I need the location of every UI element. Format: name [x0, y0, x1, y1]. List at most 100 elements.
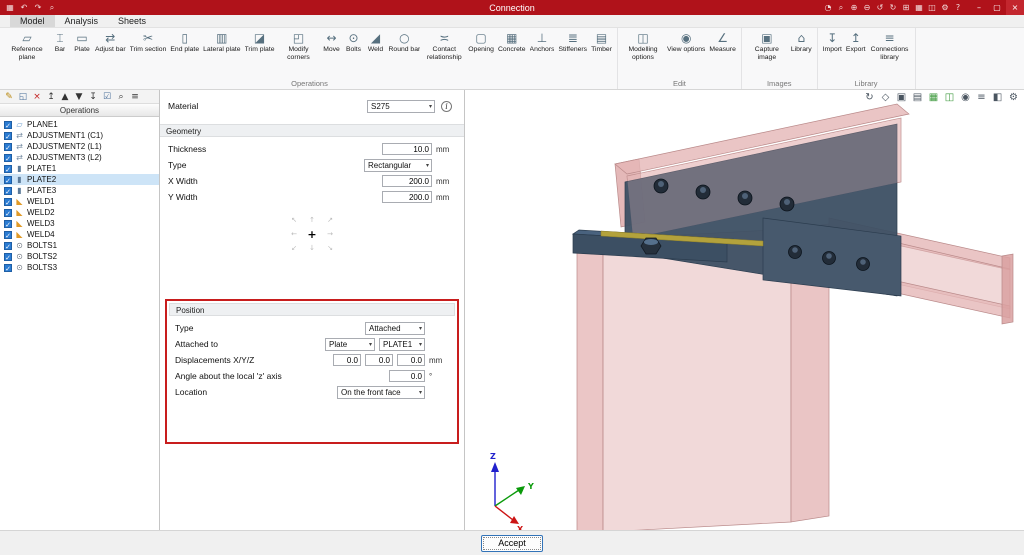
- checkbox[interactable]: ✓: [4, 132, 12, 140]
- ribbon-button-capture-image[interactable]: ▣Capture image: [745, 29, 789, 62]
- maximize-button[interactable]: ▢: [988, 0, 1006, 15]
- anchor-left[interactable]: ←: [291, 230, 297, 238]
- geometry-type-dropdown[interactable]: Rectangular ▾: [364, 159, 432, 172]
- displacement-z-input[interactable]: [397, 354, 425, 366]
- info-icon[interactable]: i: [441, 101, 452, 112]
- checkbox[interactable]: ✓: [4, 165, 12, 173]
- tree-item-adjustment3-l2[interactable]: ✓⇄ADJUSTMENT3 (L2): [0, 152, 159, 163]
- displacement-y-input[interactable]: [365, 354, 393, 366]
- ribbon-button-bolts[interactable]: ⊙Bolts: [343, 29, 365, 55]
- checklist-icon[interactable]: ☑: [101, 91, 113, 103]
- ribbon-button-view-options[interactable]: ◉View options: [665, 29, 707, 55]
- ribbon-button-library[interactable]: ⌂Library: [789, 29, 814, 55]
- ribbon-button-concrete[interactable]: ▦Concrete: [496, 29, 528, 55]
- tab-sheets[interactable]: Sheets: [108, 15, 156, 27]
- layout-icon[interactable]: ⊞: [900, 1, 912, 14]
- checkbox[interactable]: ✓: [4, 187, 12, 195]
- list-icon[interactable]: ≡: [129, 91, 141, 103]
- help-icon[interactable]: ?: [952, 1, 964, 14]
- move-up-icon[interactable]: ▲: [59, 91, 71, 103]
- shading-icon[interactable]: ◧: [991, 91, 1004, 104]
- tab-analysis[interactable]: Analysis: [55, 15, 109, 27]
- ribbon-button-bar[interactable]: ⌶Bar: [49, 29, 71, 55]
- tree-item-plate3[interactable]: ✓▮PLATE3: [0, 185, 159, 196]
- tree-item-adjustment1-c1[interactable]: ✓⇄ADJUSTMENT1 (C1): [0, 130, 159, 141]
- ribbon-button-reference-plane[interactable]: ▱Reference plane: [5, 29, 49, 62]
- tree-item-weld2[interactable]: ✓◣WELD2: [0, 207, 159, 218]
- camera-icon[interactable]: ▣: [895, 91, 908, 104]
- checkbox[interactable]: ✓: [4, 264, 12, 272]
- search-icon[interactable]: ⌕: [835, 1, 847, 14]
- checkbox[interactable]: ✓: [4, 220, 12, 228]
- ribbon-button-modelling-options[interactable]: ◫Modelling options: [621, 29, 665, 62]
- ribbon-button-weld[interactable]: ◢Weld: [365, 29, 387, 55]
- position-anchor-widget[interactable]: ↖↑↗←+→↙↓↘: [285, 213, 339, 255]
- zoom-in-icon[interactable]: ⊕: [848, 1, 860, 14]
- search-icon[interactable]: ⌕: [115, 91, 127, 103]
- checkbox[interactable]: ✓: [4, 143, 12, 151]
- ribbon-button-stiffeners[interactable]: ≣Stiffeners: [556, 29, 589, 55]
- monitor-icon[interactable]: ◫: [943, 91, 956, 104]
- location-dropdown[interactable]: On the front face ▾: [337, 386, 425, 399]
- ribbon-button-trim-section[interactable]: ✂Trim section: [128, 29, 169, 55]
- attached-to-item-dropdown[interactable]: PLATE1 ▾: [379, 338, 425, 351]
- material-dropdown[interactable]: S275 ▾: [367, 100, 435, 113]
- anchor-top-right[interactable]: ↗: [327, 216, 333, 224]
- search-icon[interactable]: ⌕: [46, 1, 58, 14]
- perspective-icon[interactable]: ◇: [879, 91, 892, 104]
- edit-operation-icon[interactable]: ✎: [3, 91, 15, 103]
- ribbon-button-connections-library[interactable]: ≡Connections library: [868, 29, 912, 62]
- ribbon-button-timber[interactable]: ▤Timber: [589, 29, 614, 55]
- checkbox[interactable]: ✓: [4, 176, 12, 184]
- ribbon-button-trim-plate[interactable]: ◪Trim plate: [243, 29, 277, 55]
- y-width-input[interactable]: [382, 191, 432, 203]
- move-top-icon[interactable]: ↥: [45, 91, 57, 103]
- settings-icon[interactable]: ⚙: [1007, 91, 1020, 104]
- tree-item-plane1[interactable]: ✓▱PLANE1: [0, 119, 159, 130]
- settings-icon[interactable]: ⚙: [939, 1, 951, 14]
- minimize-button[interactable]: –: [970, 0, 988, 15]
- tree-item-weld3[interactable]: ✓◣WELD3: [0, 218, 159, 229]
- anchor-top[interactable]: ↑: [309, 216, 315, 224]
- anchor-bottom-left[interactable]: ↙: [291, 244, 297, 252]
- checkbox[interactable]: ✓: [4, 209, 12, 217]
- grid-icon[interactable]: ▦: [913, 1, 925, 14]
- ribbon-button-end-plate[interactable]: ▯End plate: [168, 29, 201, 55]
- tree-item-weld4[interactable]: ✓◣WELD4: [0, 229, 159, 240]
- print-icon[interactable]: ▤: [911, 91, 924, 104]
- app-icon[interactable]: ▦: [4, 1, 16, 14]
- anchor-bottom-right[interactable]: ↘: [327, 244, 333, 252]
- tree-item-bolts1[interactable]: ✓⊙BOLTS1: [0, 240, 159, 251]
- checkbox[interactable]: ✓: [4, 121, 12, 129]
- delete-operation-icon[interactable]: ×: [31, 91, 43, 103]
- redo-icon[interactable]: ↷: [32, 1, 44, 14]
- tree-item-plate2[interactable]: ✓▮PLATE2: [0, 174, 159, 185]
- ribbon-button-move[interactable]: ↔Move: [321, 29, 343, 55]
- next-view-icon[interactable]: ↻: [887, 1, 899, 14]
- tree-item-adjustment2-l1[interactable]: ✓⇄ADJUSTMENT2 (L1): [0, 141, 159, 152]
- move-bottom-icon[interactable]: ↧: [87, 91, 99, 103]
- thickness-input[interactable]: [382, 143, 432, 155]
- checkbox[interactable]: ✓: [4, 242, 12, 250]
- copy-operation-icon[interactable]: ◱: [17, 91, 29, 103]
- layers-icon[interactable]: ≡: [975, 91, 988, 104]
- anchor-top-left[interactable]: ↖: [291, 216, 297, 224]
- viewport-3d[interactable]: ↻◇▣▤▦◫◉≡◧⚙: [465, 90, 1024, 530]
- ribbon-button-plate[interactable]: ▭Plate: [71, 29, 93, 55]
- close-button[interactable]: ×: [1006, 0, 1024, 15]
- angle-input[interactable]: [389, 370, 425, 382]
- ribbon-button-import[interactable]: ↧Import: [821, 29, 844, 55]
- ribbon-button-modify-corners[interactable]: ◰Modify corners: [277, 29, 321, 62]
- undo-icon[interactable]: ↶: [18, 1, 30, 14]
- displacement-x-input[interactable]: [333, 354, 361, 366]
- ribbon-button-round-bar[interactable]: ○Round bar: [387, 29, 423, 55]
- orient-view-icon[interactable]: ↻: [863, 91, 876, 104]
- x-width-input[interactable]: [382, 175, 432, 187]
- checkbox[interactable]: ✓: [4, 231, 12, 239]
- checkbox[interactable]: ✓: [4, 154, 12, 162]
- anchor-bottom[interactable]: ↓: [309, 244, 315, 252]
- tree-item-bolts3[interactable]: ✓⊙BOLTS3: [0, 262, 159, 273]
- checkbox[interactable]: ✓: [4, 198, 12, 206]
- tree-item-bolts2[interactable]: ✓⊙BOLTS2: [0, 251, 159, 262]
- ribbon-button-export[interactable]: ↥Export: [844, 29, 868, 55]
